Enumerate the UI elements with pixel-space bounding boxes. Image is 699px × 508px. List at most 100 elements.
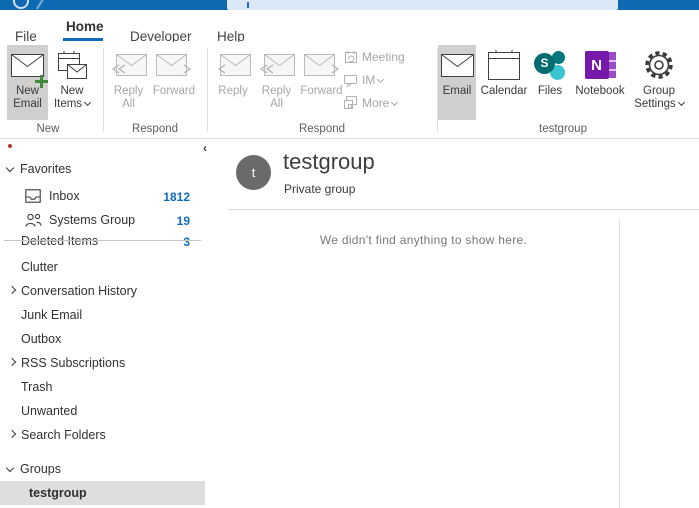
new-items-label-line2: Items bbox=[54, 98, 90, 111]
avatar-letter: t bbox=[252, 165, 256, 180]
sidebar-item-deleted-items[interactable]: Deleted Items bbox=[21, 234, 98, 248]
new-items-button[interactable]: New Items bbox=[50, 45, 94, 120]
favorites-section-divider bbox=[4, 240, 201, 241]
chevron-right-icon[interactable] bbox=[8, 430, 16, 438]
sidebar-item-inbox[interactable]: Inbox bbox=[49, 189, 80, 203]
pen-icon bbox=[36, 0, 44, 10]
notebook-label: Notebook bbox=[575, 85, 624, 98]
inbox-unread-count: 1812 bbox=[145, 190, 190, 204]
group-settings-label-line1: Group bbox=[643, 85, 675, 98]
forward-small-label: Forward bbox=[153, 85, 195, 98]
sidebar-item-search-folders[interactable]: Search Folders bbox=[21, 428, 106, 442]
reply-all-label-line1: Reply bbox=[262, 85, 291, 98]
reply-all-envelope-icon bbox=[111, 45, 147, 85]
inbox-icon bbox=[25, 189, 41, 203]
forward-button: Forward bbox=[298, 45, 345, 120]
reply-all-button: Reply All bbox=[255, 45, 298, 120]
gear-icon bbox=[643, 45, 675, 85]
ribbon-group-label-new: New bbox=[18, 123, 78, 135]
ribbon-group-label-respond: Respond bbox=[282, 123, 362, 135]
sidebar-item-systems-group[interactable]: Systems Group bbox=[49, 213, 135, 227]
new-items-icon bbox=[57, 45, 87, 85]
active-tab-underline bbox=[63, 38, 103, 41]
sidebar-item-junk-email[interactable]: Junk Email bbox=[21, 308, 82, 322]
forward-envelope-icon bbox=[304, 45, 340, 85]
ribbon-group-label-respond-small: Respond bbox=[115, 123, 195, 135]
meeting-button: Meeting bbox=[344, 50, 405, 64]
im-button: IM bbox=[344, 73, 383, 87]
files-label: Files bbox=[538, 85, 562, 98]
sidebar-item-unwanted[interactable]: Unwanted bbox=[21, 404, 77, 418]
group-settings-button[interactable]: Group Settings bbox=[631, 45, 687, 120]
chevron-down-icon bbox=[678, 99, 685, 106]
forward-envelope-icon bbox=[156, 45, 192, 85]
favorites-header[interactable]: Favorites bbox=[20, 162, 71, 176]
group-settings-label-line2: Settings bbox=[634, 98, 684, 111]
reply-all-small-label-line2: All bbox=[122, 98, 135, 111]
testgroup-label: testgroup bbox=[29, 486, 87, 500]
forward-small-button: Forward bbox=[151, 45, 197, 120]
search-bar[interactable] bbox=[227, 0, 618, 10]
plus-icon bbox=[35, 75, 48, 88]
systems-group-unread-count: 19 bbox=[145, 214, 190, 228]
reply-all-label-line2: All bbox=[270, 98, 283, 111]
people-icon bbox=[25, 213, 42, 228]
search-icon bbox=[247, 2, 249, 8]
new-items-label-line1: New bbox=[60, 85, 83, 98]
chevron-down-icon[interactable] bbox=[6, 464, 14, 472]
im-label: IM bbox=[362, 73, 383, 87]
forward-label: Forward bbox=[300, 85, 342, 98]
meeting-label: Meeting bbox=[362, 50, 405, 64]
reply-all-small-label-line1: Reply bbox=[114, 85, 143, 98]
new-email-label-line2: Email bbox=[13, 98, 42, 111]
reply-all-small-button: Reply All bbox=[108, 45, 149, 120]
im-icon bbox=[344, 74, 358, 87]
meeting-icon bbox=[344, 50, 358, 64]
group-separator bbox=[103, 48, 104, 132]
ribbon: New Email New Items bbox=[0, 42, 699, 139]
reply-envelope-icon bbox=[215, 45, 251, 85]
header-divider bbox=[228, 209, 699, 210]
chevron-down-icon[interactable] bbox=[6, 164, 14, 172]
chevron-down-icon bbox=[377, 76, 384, 83]
send-receive-icon bbox=[13, 0, 29, 9]
more-button: More bbox=[344, 96, 397, 110]
chevron-right-icon[interactable] bbox=[8, 286, 16, 294]
empty-state-message: We didn't find anything to show here. bbox=[228, 233, 619, 247]
chevron-down-icon bbox=[391, 99, 398, 106]
group-title: testgroup bbox=[283, 149, 375, 175]
group-separator bbox=[207, 48, 208, 132]
reply-label: Reply bbox=[218, 85, 247, 98]
more-icon bbox=[344, 96, 358, 110]
groups-header[interactable]: Groups bbox=[20, 462, 61, 476]
list-pane-divider bbox=[619, 218, 620, 508]
group-privacy-label: Private group bbox=[284, 182, 355, 196]
sidebar-item-rss-subscriptions[interactable]: RSS Subscriptions bbox=[21, 356, 125, 370]
notebook-button[interactable]: N Notebook bbox=[571, 45, 629, 120]
sync-error-dot bbox=[8, 144, 12, 148]
outlook-window: File Home Developer Help New Email bbox=[0, 0, 699, 508]
sidebar-item-testgroup[interactable]: testgroup bbox=[0, 481, 205, 505]
group-avatar: t bbox=[236, 155, 271, 190]
ribbon-tab-bar: File Home Developer Help bbox=[0, 10, 699, 42]
email-view-button[interactable]: Email bbox=[438, 45, 476, 120]
more-label: More bbox=[362, 96, 397, 110]
collapse-pane-icon[interactable]: ‹ bbox=[203, 141, 207, 155]
title-bar bbox=[0, 0, 699, 10]
tab-home[interactable]: Home bbox=[66, 19, 104, 34]
calendar-view-button[interactable]: Calendar bbox=[479, 45, 529, 120]
calendar-label: Calendar bbox=[481, 85, 528, 98]
deleted-items-count: 3 bbox=[145, 235, 190, 249]
calendar-icon bbox=[487, 45, 521, 85]
sidebar-item-trash[interactable]: Trash bbox=[21, 380, 53, 394]
sidebar-item-conversation-history[interactable]: Conversation History bbox=[21, 284, 137, 298]
chevron-down-icon bbox=[84, 99, 91, 106]
email-icon bbox=[441, 45, 474, 85]
new-email-button[interactable]: New Email bbox=[7, 45, 48, 120]
files-button[interactable]: S Files bbox=[531, 45, 569, 120]
sidebar-item-outbox[interactable]: Outbox bbox=[21, 332, 61, 346]
chevron-right-icon[interactable] bbox=[8, 358, 16, 366]
reply-button: Reply bbox=[212, 45, 254, 120]
new-email-icon bbox=[11, 45, 44, 85]
sidebar-item-clutter[interactable]: Clutter bbox=[21, 260, 58, 274]
